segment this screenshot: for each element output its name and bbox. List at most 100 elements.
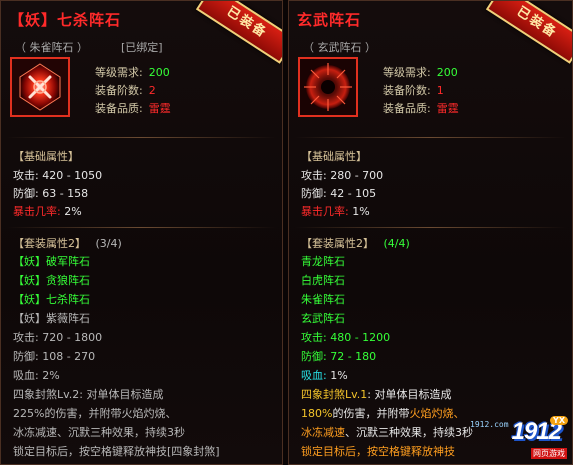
base-crit: 暴击几率: 1%	[301, 203, 370, 219]
value: 1%	[330, 369, 348, 382]
set-defense: 防御: 72 - 180	[301, 348, 376, 364]
text: 火焰灼烧、	[409, 407, 465, 420]
skill-desc-line: 225%的伤害，并附带火焰灼烧、	[13, 407, 177, 420]
info-tier: 装备阶数: 1	[383, 82, 444, 98]
value: 420 - 1050	[42, 169, 103, 182]
set-item: 【妖】破军阵石	[13, 255, 90, 268]
text: 持续3秒	[433, 426, 473, 439]
value: 72 - 180	[330, 350, 377, 363]
equipped-badge: 已装备	[195, 1, 282, 64]
divider	[295, 227, 566, 228]
set-defense: 防御: 108 - 270	[13, 348, 95, 364]
base-attr-heading: 【基础属性】	[13, 150, 79, 163]
item-title: 【妖】七杀阵石	[9, 9, 121, 30]
site-logo: 1912.com 1912 YX 网页游戏	[470, 416, 571, 462]
text: 锁定目标后，按空格键释放	[301, 445, 433, 458]
logo-badge: YX	[550, 416, 568, 425]
label: 攻击:	[301, 331, 327, 344]
heading: 【套装属性2】	[301, 237, 374, 250]
text: 神技	[433, 445, 455, 458]
divider	[7, 137, 276, 138]
label: 攻击:	[301, 169, 327, 182]
value: 720 - 1800	[42, 331, 103, 344]
item-title-name: 七杀阵石	[57, 11, 122, 29]
info-level-req: 等级需求: 200	[383, 64, 458, 80]
set-item: 【妖】紫薇阵石	[13, 312, 90, 325]
value: 280 - 700	[330, 169, 384, 182]
red-gem-icon	[12, 59, 68, 115]
info-tier: 装备阶数: 2	[95, 82, 156, 98]
skill-desc-line: 锁定目标后，按空格键释放神技[四象封煞]	[13, 445, 220, 458]
set-attr-heading: 【套装属性2】 (4/4)	[301, 235, 410, 251]
value: 雷霆	[436, 102, 459, 115]
value: 2%	[42, 369, 60, 382]
label: 装备品质:	[383, 102, 431, 115]
dark-gem-icon	[300, 59, 356, 115]
label: 攻击:	[13, 169, 39, 182]
text: 冰冻减速	[301, 426, 345, 439]
base-attack: 攻击: 420 - 1050	[13, 167, 102, 183]
heading: 【套装属性2】	[13, 237, 86, 250]
base-attr-heading: 【基础属性】	[301, 150, 367, 163]
label: 吸血:	[301, 369, 327, 382]
set-item: 朱雀阵石	[301, 293, 345, 306]
set-lifesteal: 吸血: 1%	[301, 367, 348, 383]
base-attack: 攻击: 280 - 700	[301, 167, 383, 183]
item-icon	[298, 57, 358, 117]
set-attack: 攻击: 720 - 1800	[13, 329, 102, 345]
label: 等级需求:	[383, 66, 431, 79]
label: 暴击几率:	[301, 205, 349, 218]
value: 63 - 158	[42, 187, 89, 200]
value: 1	[436, 84, 444, 97]
set-item: 【妖】七杀阵石	[13, 293, 90, 306]
label: 装备阶数:	[383, 84, 431, 97]
item-category: （ 玄武阵石 ）	[303, 41, 376, 54]
label: 防御:	[301, 350, 327, 363]
text: 的伤害，并附带	[332, 407, 410, 420]
text: : 对单体目标造成	[367, 388, 452, 401]
logo-subtitle: 网页游戏	[531, 448, 567, 459]
equipped-badge: 已装备	[485, 1, 572, 64]
set-item: 白虎阵石	[301, 274, 345, 287]
value: 雷霆	[148, 102, 171, 115]
skill-desc-line: 180%的伤害，并附带火焰灼烧、	[301, 405, 464, 421]
item-title-prefix: 【妖】	[9, 11, 58, 29]
item-icon	[10, 57, 70, 117]
skill-desc-line: 四象封煞Lv.1: 对单体目标造成	[301, 386, 451, 402]
label: 吸血:	[13, 369, 39, 382]
label: 等级需求:	[95, 66, 143, 79]
label: 装备阶数:	[95, 84, 143, 97]
set-item: 青龙阵石	[301, 255, 345, 268]
skill-name: 四象封煞Lv.1	[301, 388, 368, 401]
info-level-req: 等级需求: 200	[95, 64, 170, 80]
skill-desc-line: 四象封煞Lv.2: 对单体目标造成	[13, 388, 164, 401]
value: 200	[148, 66, 170, 79]
info-quality: 装备品质: 雷霆	[95, 100, 171, 116]
text: 180%	[301, 407, 333, 420]
info-quality: 装备品质: 雷霆	[383, 100, 459, 116]
label: 攻击:	[13, 331, 39, 344]
label: 暴击几率:	[13, 205, 61, 218]
label: 装备品质:	[95, 102, 143, 115]
value: 480 - 1200	[330, 331, 391, 344]
label: 防御:	[301, 187, 327, 200]
item-tooltip-left: 【妖】七杀阵石 已装备 （ 朱雀阵石 ） [已绑定] 等级需求: 200 装备阶数…	[0, 0, 283, 465]
item-tooltip-right: 玄武阵石 已装备 （ 玄武阵石 ） 等级需求: 200 装备阶数: 1 装备品质…	[288, 0, 573, 465]
value: 108 - 270	[42, 350, 96, 363]
skill-desc-line: 冰冻减速、沉默三种效果，持续3秒	[13, 426, 185, 439]
divider	[295, 137, 566, 138]
label: 防御:	[13, 350, 39, 363]
set-item: 【妖】贪狼阵石	[13, 274, 90, 287]
divider	[7, 227, 276, 228]
base-defense: 防御: 42 - 105	[301, 185, 376, 201]
set-count: (3/4)	[95, 237, 122, 250]
value: 1%	[352, 205, 370, 218]
bound-status: [已绑定]	[121, 41, 163, 54]
label: 防御:	[13, 187, 39, 200]
item-title: 玄武阵石	[297, 11, 362, 29]
value: 200	[436, 66, 458, 79]
item-category: （ 朱雀阵石 ）	[15, 41, 88, 54]
value: 2	[148, 84, 156, 97]
set-attr-heading: 【套装属性2】 (3/4)	[13, 235, 122, 251]
value: 42 - 105	[330, 187, 377, 200]
